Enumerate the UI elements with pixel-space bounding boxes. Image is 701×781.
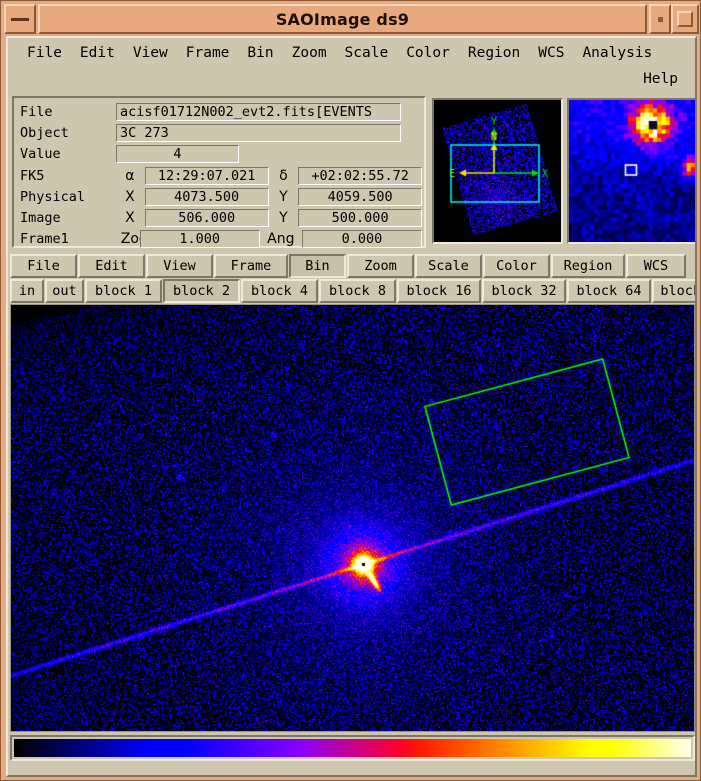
angle-label: Ang xyxy=(267,231,295,248)
button-block-64[interactable]: block 64 xyxy=(567,279,651,303)
panner-canvas[interactable] xyxy=(434,100,561,242)
delta-value: +02:02:55.72 xyxy=(298,166,423,185)
button-in[interactable]: in xyxy=(10,279,44,303)
image-display-area[interactable] xyxy=(10,304,695,732)
button-frame[interactable]: Frame xyxy=(214,254,288,278)
button-block-8[interactable]: block 8 xyxy=(319,279,396,303)
info-row-physical: Physical X 4073.500 Y 4059.500 xyxy=(18,186,423,207)
menubar: File Edit View Frame Bin Zoom Scale Color Region… xyxy=(8,38,695,94)
window-titlebar: SAOImage ds9 xyxy=(4,4,699,34)
image-y-label: Y xyxy=(279,210,288,227)
image-label: Image xyxy=(20,210,61,227)
menubar-items: File Edit View Frame Bin Zoom Scale Color Region… xyxy=(18,42,661,64)
button-block-1[interactable]: block 1 xyxy=(85,279,162,303)
button-zoom[interactable]: Zoom xyxy=(347,254,414,278)
button-color[interactable]: Color xyxy=(483,254,550,278)
minimize-button[interactable] xyxy=(4,4,36,34)
menu-frame[interactable]: Frame xyxy=(177,42,239,64)
colorbar-panel[interactable] xyxy=(10,735,695,761)
menu-edit[interactable]: Edit xyxy=(71,42,124,64)
menu-wcs[interactable]: WCS xyxy=(529,42,573,64)
button-bar-bin: in out block 1 block 2 block 4 block 8 block 1… xyxy=(10,279,695,303)
button-bin[interactable]: Bin xyxy=(289,254,346,278)
button-file[interactable]: File xyxy=(10,254,77,278)
physical-y-label: Y xyxy=(279,188,288,205)
menu-scale[interactable]: Scale xyxy=(336,42,398,64)
object-value: 3C 273 xyxy=(116,123,401,142)
info-row-object: Object 3C 273 xyxy=(18,122,422,143)
panner-panel[interactable] xyxy=(432,98,563,244)
image-x-label: X xyxy=(125,210,135,227)
button-block-2[interactable]: block 2 xyxy=(163,279,240,303)
menu-file[interactable]: File xyxy=(18,42,71,64)
magnifier-canvas xyxy=(569,100,695,242)
image-y-value: 500.000 xyxy=(298,209,423,228)
button-block-4[interactable]: block 4 xyxy=(241,279,318,303)
angle-value: 0.000 xyxy=(301,230,422,249)
button-out[interactable]: out xyxy=(45,279,84,303)
alpha-value: 12:29:07.021 xyxy=(144,166,269,185)
maximize-icon xyxy=(677,11,693,27)
menubar-help-wrap: Help xyxy=(634,68,687,90)
info-row-image: Image X 506.000 Y 500.000 xyxy=(18,207,423,228)
menu-help[interactable]: Help xyxy=(634,68,687,90)
menu-zoom[interactable]: Zoom xyxy=(283,42,336,64)
delta-symbol: δ xyxy=(279,167,288,184)
window-title: SAOImage ds9 xyxy=(38,4,647,34)
button-block-32[interactable]: block 32 xyxy=(482,279,566,303)
menu-color[interactable]: Color xyxy=(397,42,459,64)
button-view[interactable]: View xyxy=(146,254,213,278)
info-row-wcs: FK5 α 12:29:07.021 δ +02:02:55.72 xyxy=(18,165,423,186)
object-label: Object xyxy=(20,124,69,141)
physical-y-value: 4059.500 xyxy=(298,187,423,206)
ds9-application-window: SAOImage ds9 File Edit View Frame Bin Zoom Sca… xyxy=(0,0,701,781)
physical-label: Physical xyxy=(20,188,86,205)
menu-analysis[interactable]: Analysis xyxy=(573,42,661,64)
magnifier-panel xyxy=(567,98,695,244)
minimize-icon xyxy=(11,17,29,21)
colorbar-canvas[interactable] xyxy=(14,739,691,757)
fits-image-canvas[interactable] xyxy=(11,305,694,731)
button-block-128[interactable]: block 128 xyxy=(652,279,695,303)
alpha-symbol: α xyxy=(125,167,135,184)
dot-icon xyxy=(657,16,663,22)
value-value: 4 xyxy=(116,145,239,164)
file-label: File xyxy=(20,103,53,120)
value-label: Value xyxy=(20,146,61,163)
menu-view[interactable]: View xyxy=(124,42,177,64)
physical-x-label: X xyxy=(125,188,135,205)
info-row-value: Value 4 xyxy=(18,144,422,165)
menu-bin[interactable]: Bin xyxy=(238,42,282,64)
button-wcs[interactable]: WCS xyxy=(626,254,686,278)
button-scale[interactable]: Scale xyxy=(415,254,482,278)
info-panel: File acisf01712N002_evt2.fits[EVENTS Obj… xyxy=(12,96,426,250)
menu-region[interactable]: Region xyxy=(459,42,529,64)
button-region[interactable]: Region xyxy=(551,254,625,278)
frame-label: Frame1 xyxy=(20,231,69,248)
image-x-value: 506.000 xyxy=(144,209,269,228)
info-row-file: File acisf01712N002_evt2.fits[EVENTS xyxy=(18,101,422,122)
client-area: File Edit View Frame Bin Zoom Scale Color Region… xyxy=(6,36,697,777)
window-frame: SAOImage ds9 File Edit View Frame Bin Zoom Sca… xyxy=(0,0,701,781)
physical-x-value: 4073.500 xyxy=(144,187,269,206)
info-row-frame: Frame1 Zoom 1.000 Ang 0.000 xyxy=(18,229,422,250)
wcs-system-label: FK5 xyxy=(20,167,45,184)
shade-button[interactable] xyxy=(649,4,671,34)
button-edit[interactable]: Edit xyxy=(78,254,145,278)
maximize-button[interactable] xyxy=(671,4,699,34)
file-value: acisf01712N002_evt2.fits[EVENTS xyxy=(116,102,401,121)
button-bar-primary: File Edit View Frame Bin Zoom Scale Color Region… xyxy=(10,254,695,278)
button-block-16[interactable]: block 16 xyxy=(397,279,481,303)
zoom-value: 1.000 xyxy=(139,230,260,249)
